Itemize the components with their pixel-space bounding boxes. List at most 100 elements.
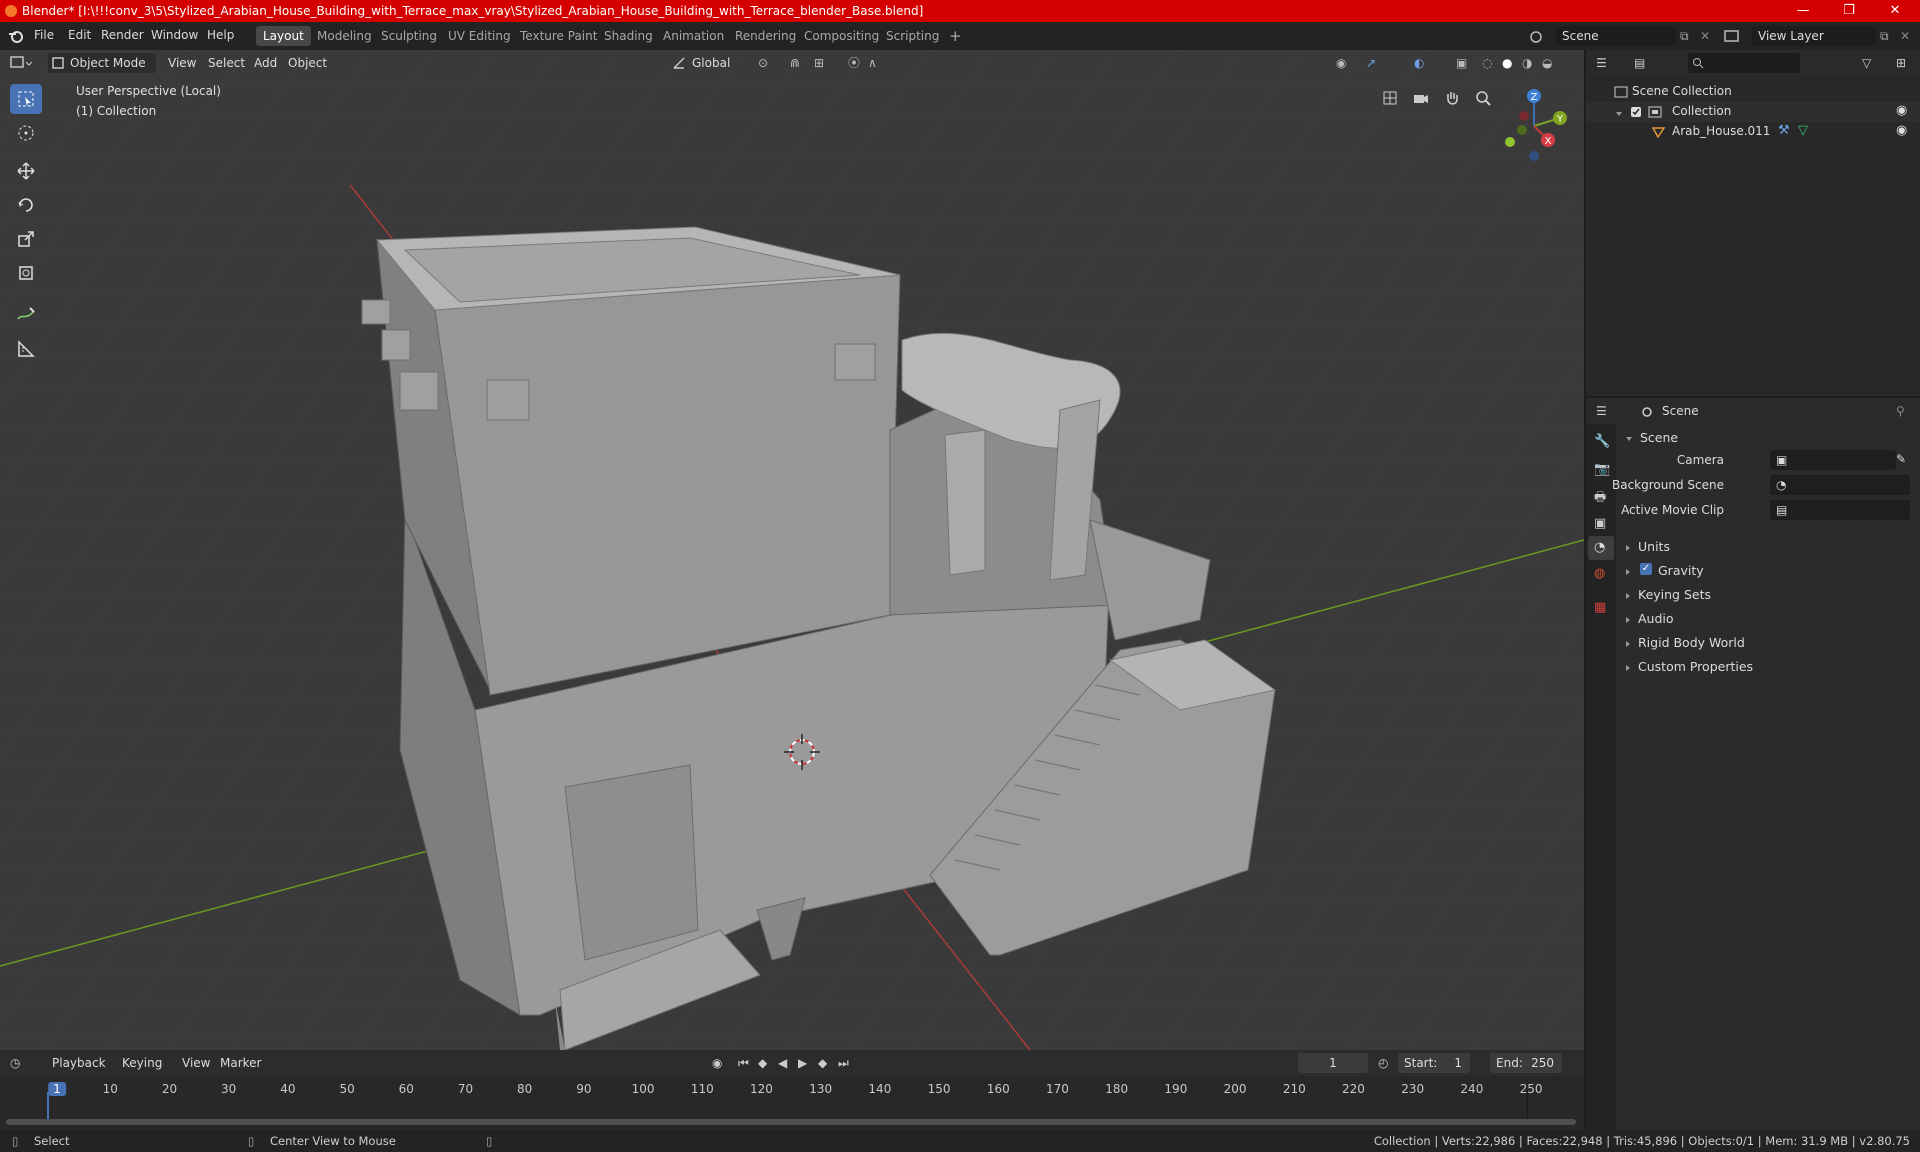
pin-icon[interactable]: ⚲ xyxy=(1896,402,1905,420)
navigation-gizmo[interactable]: Z Y X xyxy=(1494,84,1574,164)
transform-orientation-select[interactable]: Global xyxy=(692,54,730,72)
tab-layout[interactable]: Layout xyxy=(256,26,311,46)
outliner-search-input[interactable] xyxy=(1688,53,1800,73)
new-collection-icon[interactable]: ⊞ xyxy=(1896,54,1906,72)
tab-shading[interactable]: Shading xyxy=(597,26,660,46)
add-workspace-icon[interactable]: + xyxy=(942,26,969,46)
outliner-row-object[interactable]: Arab_House.011 ⚒ ▽ ◉ xyxy=(1586,122,1920,142)
scale-tool[interactable] xyxy=(10,224,42,254)
menu-timeline-view[interactable]: View xyxy=(182,1054,210,1072)
expand-arrow-icon[interactable] xyxy=(1616,111,1622,116)
tab-rendering[interactable]: Rendering xyxy=(728,26,803,46)
pan-view-button[interactable] xyxy=(1440,86,1464,110)
rotate-tool[interactable] xyxy=(10,190,42,220)
menu-file[interactable]: File xyxy=(34,28,54,42)
eye-icon[interactable]: ◉ xyxy=(1896,103,1907,118)
tab-animation[interactable]: Animation xyxy=(656,26,731,46)
current-frame-field[interactable]: 1 xyxy=(1298,1053,1368,1073)
end-frame-field[interactable]: End: 250 xyxy=(1490,1053,1562,1073)
record-icon[interactable]: ◉ xyxy=(712,1054,722,1072)
active-movie-clip-field[interactable] xyxy=(1770,500,1910,520)
menu-object[interactable]: Object xyxy=(288,54,327,72)
custom-properties-section[interactable]: Custom Properties xyxy=(1626,659,1753,674)
tab-scripting[interactable]: Scripting xyxy=(879,26,946,46)
menu-marker[interactable]: Marker xyxy=(220,1054,261,1072)
rigid-body-world-section[interactable]: Rigid Body World xyxy=(1626,635,1745,650)
menu-view[interactable]: View xyxy=(168,54,196,72)
view-layer-field[interactable]: View Layer xyxy=(1752,26,1876,46)
zoom-view-button[interactable] xyxy=(1471,86,1495,110)
minimize-button[interactable]: — xyxy=(1780,0,1826,22)
properties-editor-type-icon[interactable]: ☰ xyxy=(1596,402,1607,420)
mesh-data-icon[interactable]: ▽ xyxy=(1798,123,1808,138)
material-shading-icon[interactable]: ◑ xyxy=(1522,54,1532,72)
eye-icon[interactable]: ◉ xyxy=(1896,123,1907,138)
menu-edit[interactable]: Edit xyxy=(68,28,91,42)
tab-uv-editing[interactable]: UV Editing xyxy=(441,26,518,46)
outliner-editor-type-icon[interactable]: ☰ xyxy=(1596,54,1607,72)
gravity-section[interactable]: ✓ Gravity xyxy=(1626,563,1704,578)
visibility-icon[interactable]: ◉ xyxy=(1336,54,1346,72)
keying-sets-section[interactable]: Keying Sets xyxy=(1626,587,1711,602)
timeline-editor-type-icon[interactable]: ◷ xyxy=(10,1054,20,1072)
jump-start-icon[interactable]: ⏮ xyxy=(738,1054,749,1072)
delete-scene-icon[interactable]: ✕ xyxy=(1700,27,1710,45)
annotate-tool[interactable] xyxy=(10,300,42,330)
select-box-tool[interactable] xyxy=(10,84,42,114)
play-reverse-icon[interactable]: ◀ xyxy=(778,1054,787,1072)
prev-keyframe-icon[interactable]: ◆ xyxy=(758,1054,767,1072)
audio-section[interactable]: Audio xyxy=(1626,611,1674,626)
jump-end-icon[interactable]: ⏭ xyxy=(838,1054,849,1072)
units-section[interactable]: Units xyxy=(1626,539,1670,554)
blender-menu-icon[interactable] xyxy=(8,28,24,44)
transform-tool[interactable] xyxy=(10,258,42,288)
new-scene-icon[interactable]: ⧉ xyxy=(1680,27,1689,45)
menu-select[interactable]: Select xyxy=(208,54,245,72)
close-button[interactable]: ✕ xyxy=(1872,0,1918,22)
menu-add[interactable]: Add xyxy=(254,54,277,72)
camera-view-button[interactable] xyxy=(1409,86,1433,110)
render-tab-icon[interactable]: 📷 xyxy=(1594,462,1610,477)
mode-select[interactable]: Object Mode xyxy=(48,53,156,73)
playhead[interactable] xyxy=(47,1092,49,1122)
3d-viewport[interactable]: Object Mode View Select Add Object Globa… xyxy=(0,50,1584,1050)
overlays-toggle-icon[interactable]: ◐ xyxy=(1414,54,1424,72)
view-layer-tab-icon[interactable]: ▣ xyxy=(1594,516,1606,531)
tab-texture-paint[interactable]: Texture Paint xyxy=(513,26,604,46)
output-tab-icon[interactable]: 🖶 xyxy=(1594,488,1606,510)
pivot-point-icon[interactable]: ⊙ xyxy=(758,54,768,72)
delete-view-layer-icon[interactable]: ✕ xyxy=(1900,27,1910,45)
menu-window[interactable]: Window xyxy=(151,28,198,42)
tab-modeling[interactable]: Modeling xyxy=(310,26,379,46)
scene-name-field[interactable]: Scene xyxy=(1556,26,1676,46)
cursor-tool[interactable] xyxy=(10,118,42,148)
maximize-button[interactable]: ❐ xyxy=(1826,0,1872,22)
camera-field[interactable] xyxy=(1770,450,1896,470)
menu-help[interactable]: Help xyxy=(207,28,234,42)
view-layer-icon[interactable] xyxy=(1724,29,1740,43)
scene-panel-header[interactable]: Scene xyxy=(1626,430,1678,445)
menu-keying[interactable]: Keying xyxy=(122,1054,162,1072)
measure-tool[interactable] xyxy=(10,334,42,364)
outliner-row-collection[interactable]: Collection ◉ xyxy=(1586,102,1920,122)
filter-icon[interactable]: ▽ xyxy=(1862,54,1871,72)
preview-range-icon[interactable]: ◴ xyxy=(1378,1054,1388,1072)
modifier-icon[interactable]: ⚒ xyxy=(1778,123,1790,138)
new-view-layer-icon[interactable]: ⧉ xyxy=(1880,27,1889,45)
scene-tab-icon[interactable]: ◔ xyxy=(1594,540,1605,555)
world-tab-icon[interactable]: ◍ xyxy=(1594,566,1605,581)
background-scene-field[interactable] xyxy=(1770,475,1910,495)
start-frame-field[interactable]: Start: 1 xyxy=(1398,1053,1470,1073)
tab-sculpting[interactable]: Sculpting xyxy=(374,26,444,46)
next-keyframe-icon[interactable]: ◆ xyxy=(818,1054,827,1072)
wireframe-shading-icon[interactable]: ◌ xyxy=(1482,54,1492,72)
outliner-display-mode-icon[interactable]: ▤ xyxy=(1634,54,1645,72)
timeline-scrollbar[interactable] xyxy=(6,1119,1576,1125)
outliner-row-scene-collection[interactable]: Scene Collection xyxy=(1586,82,1920,102)
scene-selector-icon[interactable] xyxy=(1528,28,1544,44)
gizmo-toggle-icon[interactable]: ↗ xyxy=(1366,54,1376,72)
eyedropper-icon[interactable]: ✎ xyxy=(1896,452,1906,466)
rendered-shading-icon[interactable]: ◒ xyxy=(1542,54,1552,72)
xray-toggle-icon[interactable]: ▣ xyxy=(1456,54,1467,72)
editor-type-icon[interactable] xyxy=(10,55,32,71)
